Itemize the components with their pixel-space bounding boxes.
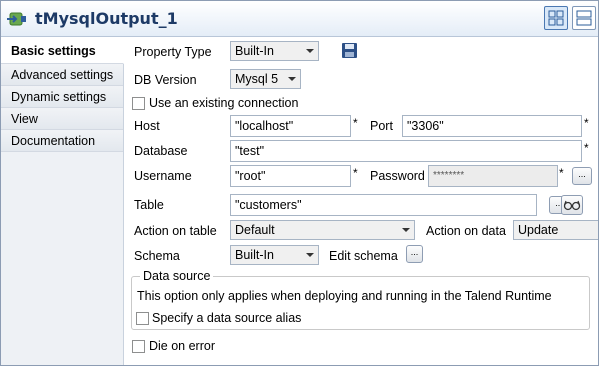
- host-required-marker: *: [353, 116, 358, 130]
- schema-value: Built-In: [235, 248, 274, 262]
- component-view: tMysqlOutput_1 Basic settings Advanced s…: [0, 0, 599, 366]
- chevron-down-icon: [302, 246, 318, 264]
- schema-select[interactable]: Built-In: [230, 245, 319, 265]
- action-on-table-select[interactable]: Default: [230, 220, 415, 240]
- username-required-marker: *: [353, 166, 358, 180]
- guess-table-button[interactable]: [561, 195, 583, 215]
- port-label: Port: [370, 119, 393, 133]
- host-label: Host: [134, 119, 160, 133]
- die-on-error-checkbox[interactable]: [132, 340, 145, 353]
- database-field[interactable]: "test": [230, 140, 582, 162]
- list-view-icon: [576, 10, 592, 26]
- title-bar: tMysqlOutput_1: [1, 1, 598, 37]
- db-version-select[interactable]: Mysql 5: [230, 69, 301, 89]
- db-version-label: DB Version: [134, 73, 197, 87]
- table-field[interactable]: "customers": [230, 194, 537, 216]
- basic-settings-panel: Property Type Built-In DB Version Mysql …: [125, 38, 598, 365]
- property-type-label: Property Type: [134, 45, 212, 59]
- username-label: Username: [134, 169, 192, 183]
- edit-schema-label: Edit schema: [329, 249, 398, 263]
- password-edit-button[interactable]: ...: [572, 167, 592, 185]
- host-field[interactable]: "localhost": [230, 115, 351, 137]
- sidebar-item-view[interactable]: View: [1, 108, 123, 130]
- sidebar-item-documentation[interactable]: Documentation: [1, 130, 123, 152]
- action-on-data-value: Update: [518, 223, 559, 237]
- specify-data-source-alias-checkbox[interactable]: [136, 312, 149, 325]
- property-type-value: Built-In: [235, 44, 274, 58]
- username-field[interactable]: "root": [230, 165, 351, 187]
- sidebar-item-dynamic-settings[interactable]: Dynamic settings: [1, 86, 123, 108]
- port-required-marker: *: [584, 116, 589, 130]
- password-required-marker: *: [559, 166, 564, 180]
- database-label: Database: [134, 144, 188, 158]
- db-version-value: Mysql 5: [235, 72, 279, 86]
- password-label: Password: [370, 169, 425, 183]
- sidebar-item-advanced-settings[interactable]: Advanced settings: [1, 64, 123, 86]
- use-existing-connection-label: Use an existing connection: [149, 96, 299, 110]
- property-type-select[interactable]: Built-In: [230, 41, 319, 61]
- die-on-error-label: Die on error: [149, 339, 215, 353]
- action-on-data-select[interactable]: Update: [513, 220, 598, 240]
- table-label: Table: [134, 198, 164, 212]
- glasses-icon: [563, 200, 581, 211]
- data-source-group: Data source This option only applies whe…: [131, 269, 590, 330]
- edit-schema-button[interactable]: ...: [406, 245, 423, 263]
- grid-view-icon: [548, 10, 564, 26]
- list-view-toggle-button[interactable]: [572, 6, 596, 30]
- action-on-table-label: Action on table: [134, 224, 217, 238]
- port-field[interactable]: "3306": [402, 115, 582, 137]
- data-source-group-title: Data source: [140, 269, 214, 283]
- chevron-down-icon: [302, 42, 318, 60]
- chevron-down-icon: [284, 70, 300, 88]
- action-on-table-value: Default: [235, 223, 275, 237]
- database-required-marker: *: [584, 141, 589, 155]
- specify-data-source-alias-label: Specify a data source alias: [152, 311, 302, 325]
- mysql-output-component-icon: [7, 10, 27, 28]
- password-field[interactable]: ********: [428, 165, 558, 187]
- save-icon[interactable]: [341, 42, 358, 62]
- chevron-down-icon: [398, 221, 414, 239]
- schema-label: Schema: [134, 249, 180, 263]
- table-view-toggle-button[interactable]: [544, 6, 568, 30]
- settings-sidebar: Basic settings Advanced settings Dynamic…: [1, 38, 124, 365]
- component-title: tMysqlOutput_1: [35, 9, 178, 28]
- action-on-data-label: Action on data: [426, 224, 506, 238]
- sidebar-item-basic-settings[interactable]: Basic settings: [1, 38, 124, 64]
- use-existing-connection-checkbox[interactable]: [132, 97, 145, 110]
- data-source-note: This option only applies when deploying …: [137, 289, 552, 303]
